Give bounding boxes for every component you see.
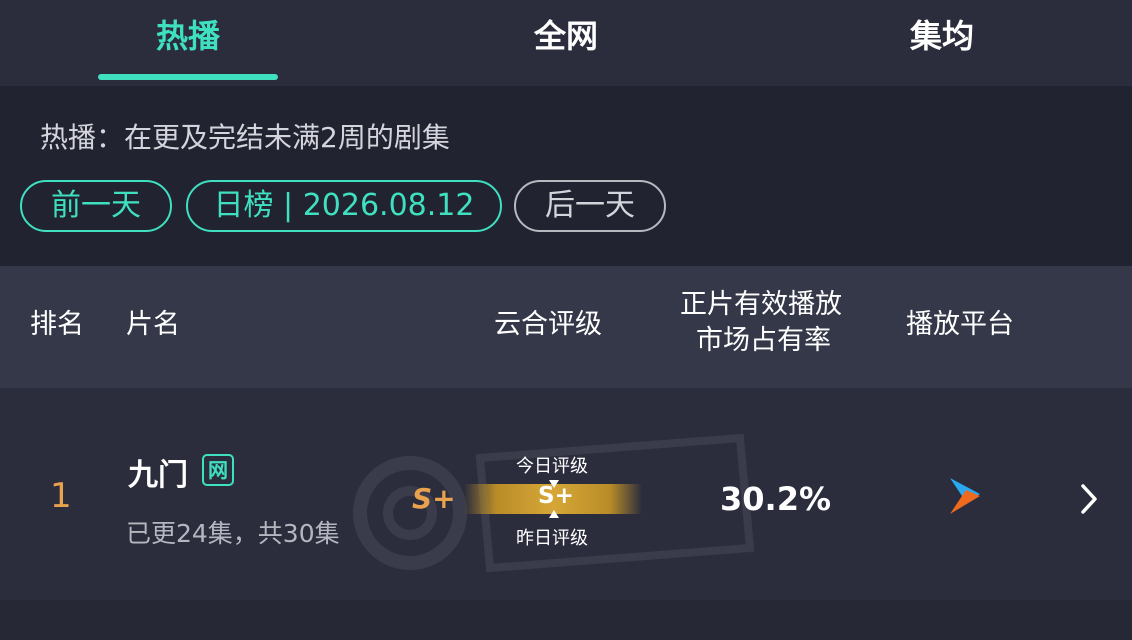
header-platform: 播放平台 [906, 309, 1014, 340]
rating-today-label: 今日评级 [516, 456, 588, 477]
active-tab-indicator [98, 74, 278, 80]
tab-all-network[interactable]: 全网 [446, 14, 686, 58]
chevron-right-icon[interactable] [1078, 482, 1100, 516]
ranking-description: 热播：在更及完结未满2周的剧集 [40, 121, 450, 154]
tab-hot[interactable]: 热播 [68, 14, 308, 58]
rank-number: 1 [50, 476, 72, 516]
episode-progress: 已更24集，共30集 [126, 519, 340, 548]
youku-play-icon[interactable] [944, 474, 984, 518]
prev-day-button[interactable]: 前一天 [20, 180, 172, 232]
rating-yesterday-label: 昨日评级 [516, 528, 588, 549]
rating-yesterday-value: S+ [538, 483, 574, 509]
filter-panel: 热播：在更及完结未满2周的剧集 前一天 日榜 | 2026.08.12 后一天 [0, 86, 1132, 266]
marker-up-icon [549, 510, 559, 518]
show-title[interactable]: 九门 [128, 450, 188, 494]
rating-today-value: S+ [412, 482, 456, 515]
market-share-value: 30.2% [720, 480, 832, 518]
header-rating: 云合评级 [494, 309, 602, 340]
table-row[interactable]: 1 九门 网 已更24集，共30集 S+ 今日评级 S+ 昨日评级 30.2% [0, 388, 1132, 600]
header-share-line1: 正片有效播放 [680, 289, 842, 320]
next-day-button[interactable]: 后一天 [514, 180, 666, 232]
tab-bar: 热播 全网 集均 [0, 0, 1132, 86]
tab-episode-average[interactable]: 集均 [822, 14, 1062, 58]
header-share-line2: 市场占有率 [696, 325, 831, 356]
date-selector-button[interactable]: 日榜 | 2026.08.12 [186, 180, 502, 232]
table-header: 排名 片名 云合评级 正片有效播放 市场占有率 播放平台 [0, 266, 1132, 388]
header-title: 片名 [126, 309, 180, 340]
next-row-edge [0, 600, 1132, 640]
header-rank: 排名 [30, 309, 84, 340]
web-series-badge: 网 [202, 454, 234, 486]
